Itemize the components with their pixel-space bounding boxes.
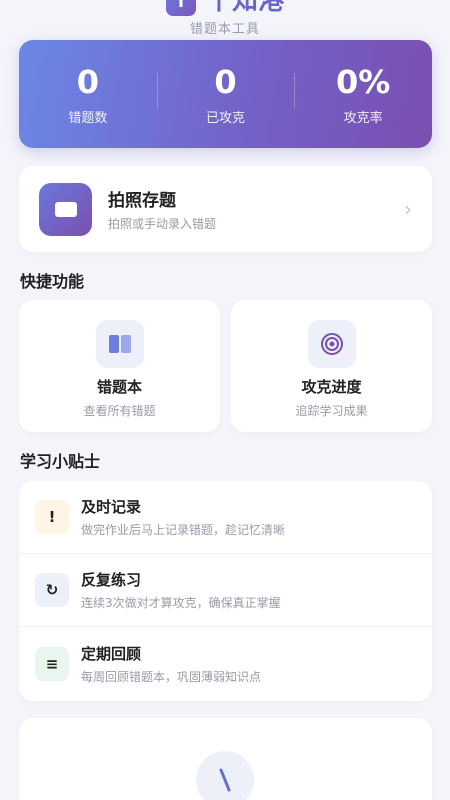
- book-icon: [95, 320, 144, 368]
- stat-value: 0: [76, 62, 99, 101]
- tip-row: ↻ 反复练习 连续3次做对才算攻克，确保真正掌握: [19, 554, 432, 627]
- app-header: T 千知港 错题本工具: [0, 0, 450, 37]
- stat-value: 0: [214, 62, 237, 101]
- stat-conquer-rate[interactable]: 0% 攻克率: [294, 63, 432, 126]
- quick-subtitle: 追踪学习成果: [295, 404, 368, 418]
- quick-title: 攻克进度: [301, 378, 362, 396]
- quick-subtitle: 查看所有错题: [83, 404, 156, 418]
- quick-section-title: 快捷功能: [20, 272, 85, 291]
- capture-title: 拍照存题: [108, 191, 176, 211]
- tip-subtitle: 做完作业后马上记录错题，趁记忆清晰: [81, 523, 286, 537]
- app-logo-row: T 千知港: [0, 0, 450, 16]
- capture-text: 拍照存题 拍照或手动录入错题: [108, 186, 404, 232]
- exclamation-icon: !: [35, 500, 69, 534]
- app-logo: T: [165, 0, 196, 16]
- stat-label: 错题数: [68, 110, 108, 126]
- tip-text: 定期回顾 每周回顾错题本，巩固薄弱知识点: [81, 643, 261, 685]
- tip-subtitle: 每周回顾错题本，巩固薄弱知识点: [81, 669, 262, 684]
- app-name: 千知港: [205, 0, 284, 16]
- stats-card: 0 错题数 0 已攻克 0% 攻克率: [19, 40, 432, 148]
- tip-title: 反复练习: [81, 571, 142, 589]
- quick-title: 错题本: [96, 378, 142, 396]
- tip-text: 反复练习 连续3次做对才算攻克，确保真正掌握: [81, 569, 281, 611]
- stat-label: 攻克率: [343, 110, 383, 126]
- tips-section-title: 学习小贴士: [20, 452, 101, 471]
- tip-title: 定期回顾: [81, 644, 142, 663]
- list-icon: ≡: [35, 646, 69, 681]
- chevron-right-icon: ›: [404, 197, 412, 221]
- tip-row: ≡ 定期回顾 每周回顾错题本，巩固薄弱知识点: [19, 627, 432, 700]
- app-subtitle: 错题本工具: [189, 22, 260, 37]
- bottom-card: [19, 718, 432, 800]
- capture-subtitle: 拍照或手动录入错题: [108, 217, 217, 231]
- tip-subtitle: 连续3次做对才算攻克，确保真正掌握: [81, 596, 281, 610]
- stat-label: 已攻克: [206, 110, 246, 126]
- stat-wrong-count[interactable]: 0 错题数: [19, 63, 157, 126]
- capture-question-card[interactable]: 拍照存题 拍照或手动录入错题 ›: [19, 166, 432, 252]
- quick-card-wrong-book[interactable]: 错题本 查看所有错题: [19, 300, 220, 432]
- stat-value: 0%: [336, 62, 391, 101]
- tip-row: ! 及时记录 做完作业后马上记录错题，趁记忆清晰: [19, 481, 432, 554]
- tip-title: 及时记录: [81, 498, 142, 516]
- refresh-icon: ↻: [35, 573, 69, 607]
- camera-icon: [39, 182, 92, 236]
- target-icon: [307, 320, 356, 368]
- tip-text: 及时记录 做完作业后马上记录错题，趁记忆清晰: [81, 496, 285, 538]
- stat-conquered[interactable]: 0 已攻克: [156, 62, 295, 126]
- tips-card: ! 及时记录 做完作业后马上记录错题，趁记忆清晰 ↻ 反复练习 连续3次做对才算…: [19, 481, 432, 701]
- loading-spinner-icon: [196, 751, 254, 800]
- quick-card-progress[interactable]: 攻克进度 追踪学习成果: [231, 300, 432, 432]
